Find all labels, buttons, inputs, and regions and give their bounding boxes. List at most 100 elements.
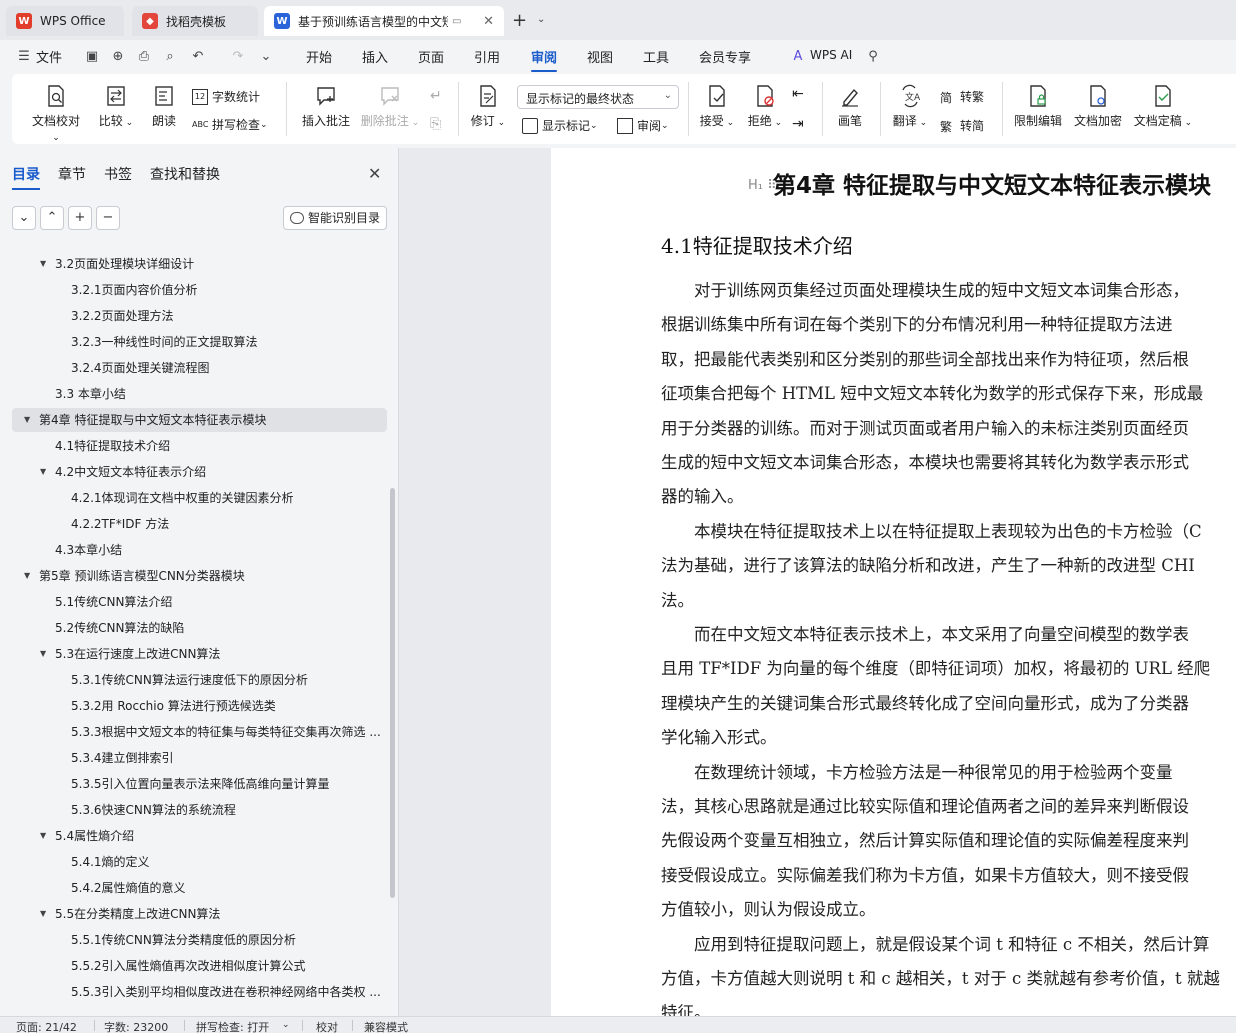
tab-find-replace[interactable]: 查找和替换: [150, 164, 220, 184]
page-indicator[interactable]: 页面: 21/42: [16, 1019, 77, 1033]
toc-item[interactable]: 3.2.2页面处理方法: [12, 304, 387, 328]
menu-review[interactable]: 审阅: [531, 47, 558, 72]
toc-item[interactable]: 5.3.6快速CNN算法的系统流程: [12, 798, 387, 822]
review-pane-button[interactable]: 审阅 ⌄: [617, 117, 669, 134]
menu-tools[interactable]: 工具: [643, 47, 669, 66]
toc-item[interactable]: 5.3.1传统CNN算法运行速度低下的原因分析: [12, 668, 387, 692]
menu-icon[interactable]: ☰: [16, 49, 32, 65]
proofread-button[interactable]: 文档校对 ⌄: [28, 84, 84, 143]
search-icon[interactable]: ⚲: [865, 49, 881, 65]
menu-view[interactable]: 视图: [587, 47, 613, 66]
print-preview-icon[interactable]: ⌕: [162, 49, 178, 65]
chevron-down-icon[interactable]: ⌄: [258, 49, 274, 65]
expand-down-button[interactable]: ⌄: [12, 206, 36, 230]
toc-item[interactable]: 5.2传统CNN算法的缺陷: [12, 616, 387, 640]
previous-comment-icon[interactable]: ↵: [430, 88, 442, 104]
read-aloud-button[interactable]: 朗读: [148, 84, 180, 129]
toc-item[interactable]: 4.1特征提取技术介绍: [12, 434, 387, 458]
markup-mode-select[interactable]: 显示标记的最终状态 ⌄: [517, 85, 679, 109]
save-icon[interactable]: ▣: [84, 49, 100, 65]
toc-item[interactable]: 5.1传统CNN算法介绍: [12, 590, 387, 614]
word-count-button[interactable]: 12 字数统计: [192, 88, 260, 105]
toc-item[interactable]: 3.2.1页面内容价值分析: [12, 278, 387, 302]
smart-toc-button[interactable]: 智能识别目录: [283, 206, 387, 230]
encrypt-button[interactable]: 文档加密: [1072, 84, 1124, 129]
toc-item[interactable]: 4.3本章小结: [12, 538, 387, 562]
toc-item[interactable]: 5.3.4建立倒排索引: [12, 746, 387, 770]
tab-docer-templates[interactable]: ◆ 找稻壳模板: [132, 6, 258, 36]
finalize-button[interactable]: 文档定稿 ⌄: [1132, 84, 1194, 129]
redo-icon[interactable]: ↷: [230, 49, 246, 65]
show-marks-button[interactable]: 显示标记 ⌄: [522, 117, 598, 134]
undo-icon[interactable]: ↶: [190, 49, 206, 65]
caret-down-icon[interactable]: ▼: [40, 824, 46, 848]
toc-item[interactable]: ▼ 5.3在运行速度上改进CNN算法: [12, 642, 387, 666]
new-tab-icon[interactable]: +: [512, 10, 527, 31]
toc-scrollbar[interactable]: [390, 488, 395, 898]
next-comment-icon[interactable]: ⎘: [430, 116, 441, 132]
accept-button[interactable]: 接受 ⌄: [698, 84, 736, 129]
menu-page[interactable]: 页面: [418, 47, 444, 66]
toc-item[interactable]: ▼ 5.5在分类精度上改进CNN算法: [12, 902, 387, 926]
toc-item[interactable]: 5.5.2引入属性熵值再次改进相似度计算公式: [12, 954, 387, 978]
toc-item[interactable]: ▼ 第4章 特征提取与中文短文本特征表示模块: [12, 408, 387, 432]
close-icon[interactable]: ✕: [368, 164, 381, 183]
toc-item[interactable]: 5.3.5引入位置向量表示法来降低高维向量计算量: [12, 772, 387, 796]
spell-check-button[interactable]: ABC 拼写检查 ⌄: [192, 116, 268, 133]
wps-ai-icon[interactable]: A: [790, 49, 806, 65]
delete-comment-button[interactable]: 删除批注 ⌄: [360, 84, 420, 129]
tab-toc[interactable]: 目录: [12, 164, 40, 190]
translate-button[interactable]: 文A 翻译 ⌄: [890, 84, 930, 129]
toc-item[interactable]: 3.2.4页面处理关键流程图: [12, 356, 387, 380]
caret-down-icon[interactable]: ▼: [40, 460, 46, 484]
toc-item[interactable]: 5.3.3根据中文短文本的特征集与每类特征交集再次筛选 ...: [12, 720, 387, 744]
caret-down-icon[interactable]: ▼: [24, 408, 30, 432]
toc-item[interactable]: 5.5.3引入类别平均相似度改进在卷积神经网络中各类权 ...: [12, 980, 387, 1004]
previous-change-icon[interactable]: ⇤: [792, 86, 804, 102]
reject-button[interactable]: 拒绝 ⌄: [746, 84, 784, 129]
toc-item[interactable]: 5.5.1传统CNN算法分类精度低的原因分析: [12, 928, 387, 952]
share-icon[interactable]: ⊕: [110, 49, 126, 65]
toc-item[interactable]: 3.3 本章小结: [12, 382, 387, 406]
chevron-down-icon[interactable]: ⌄: [282, 1020, 290, 1030]
monitor-icon[interactable]: ▭: [452, 16, 461, 27]
next-change-icon[interactable]: ⇥: [792, 116, 804, 132]
toc-item[interactable]: 5.3.2用 Rocchio 算法进行预选候选类: [12, 694, 387, 718]
menu-insert[interactable]: 插入: [362, 47, 388, 66]
revise-button[interactable]: 修订 ⌄: [470, 84, 506, 129]
toc-item[interactable]: ▼ 5.4属性熵介绍: [12, 824, 387, 848]
toc-item[interactable]: 5.4.1熵的定义: [12, 850, 387, 874]
compare-button[interactable]: 比较 ⌄: [96, 84, 136, 129]
toc-item[interactable]: ▼ 4.2中文短文本特征表示介绍: [12, 460, 387, 484]
to-simplified-button[interactable]: 繁 转简: [940, 117, 984, 134]
caret-down-icon[interactable]: ▼: [40, 902, 46, 926]
tab-chapters[interactable]: 章节: [58, 164, 86, 184]
toc-item[interactable]: ▼ 3.2页面处理模块详细设计: [12, 252, 387, 276]
caret-down-icon[interactable]: ▼: [40, 642, 46, 666]
menu-file[interactable]: 文件: [36, 47, 62, 66]
to-traditional-button[interactable]: 简 转繁: [940, 88, 984, 105]
proof-status[interactable]: 校对: [316, 1019, 338, 1033]
toc-item[interactable]: ▼ 第5章 预训练语言模型CNN分类器模块: [12, 564, 387, 588]
spell-check-status[interactable]: 拼写检查: 打开: [196, 1019, 269, 1033]
add-heading-button[interactable]: +: [68, 206, 92, 230]
toc-item[interactable]: 4.2.2TF*IDF 方法: [12, 512, 387, 536]
chevron-down-icon[interactable]: ⌄: [537, 14, 545, 25]
restrict-edit-button[interactable]: 限制编辑: [1012, 84, 1064, 129]
collapse-up-button[interactable]: ⌃: [40, 206, 64, 230]
tab-wps-office[interactable]: W WPS Office: [6, 6, 124, 36]
remove-heading-button[interactable]: −: [96, 206, 120, 230]
insert-comment-button[interactable]: 插入批注: [300, 84, 352, 129]
close-tab-icon[interactable]: ✕: [483, 14, 494, 29]
toc-item[interactable]: 3.2.3一种线性时间的正文提取算法: [12, 330, 387, 354]
menu-start[interactable]: 开始: [306, 47, 332, 66]
word-count[interactable]: 字数: 23200: [104, 1019, 168, 1033]
pen-button[interactable]: 画笔: [834, 84, 866, 129]
toc-item[interactable]: 4.2.1体现词在文档中权重的关键因素分析: [12, 486, 387, 510]
menu-member[interactable]: 会员专享: [699, 47, 751, 66]
menu-wps-ai[interactable]: WPS AI: [810, 48, 852, 62]
caret-down-icon[interactable]: ▼: [40, 252, 46, 276]
menu-reference[interactable]: 引用: [474, 47, 500, 66]
toc-item[interactable]: 5.4.2属性熵值的意义: [12, 876, 387, 900]
tab-bookmarks[interactable]: 书签: [104, 164, 132, 184]
